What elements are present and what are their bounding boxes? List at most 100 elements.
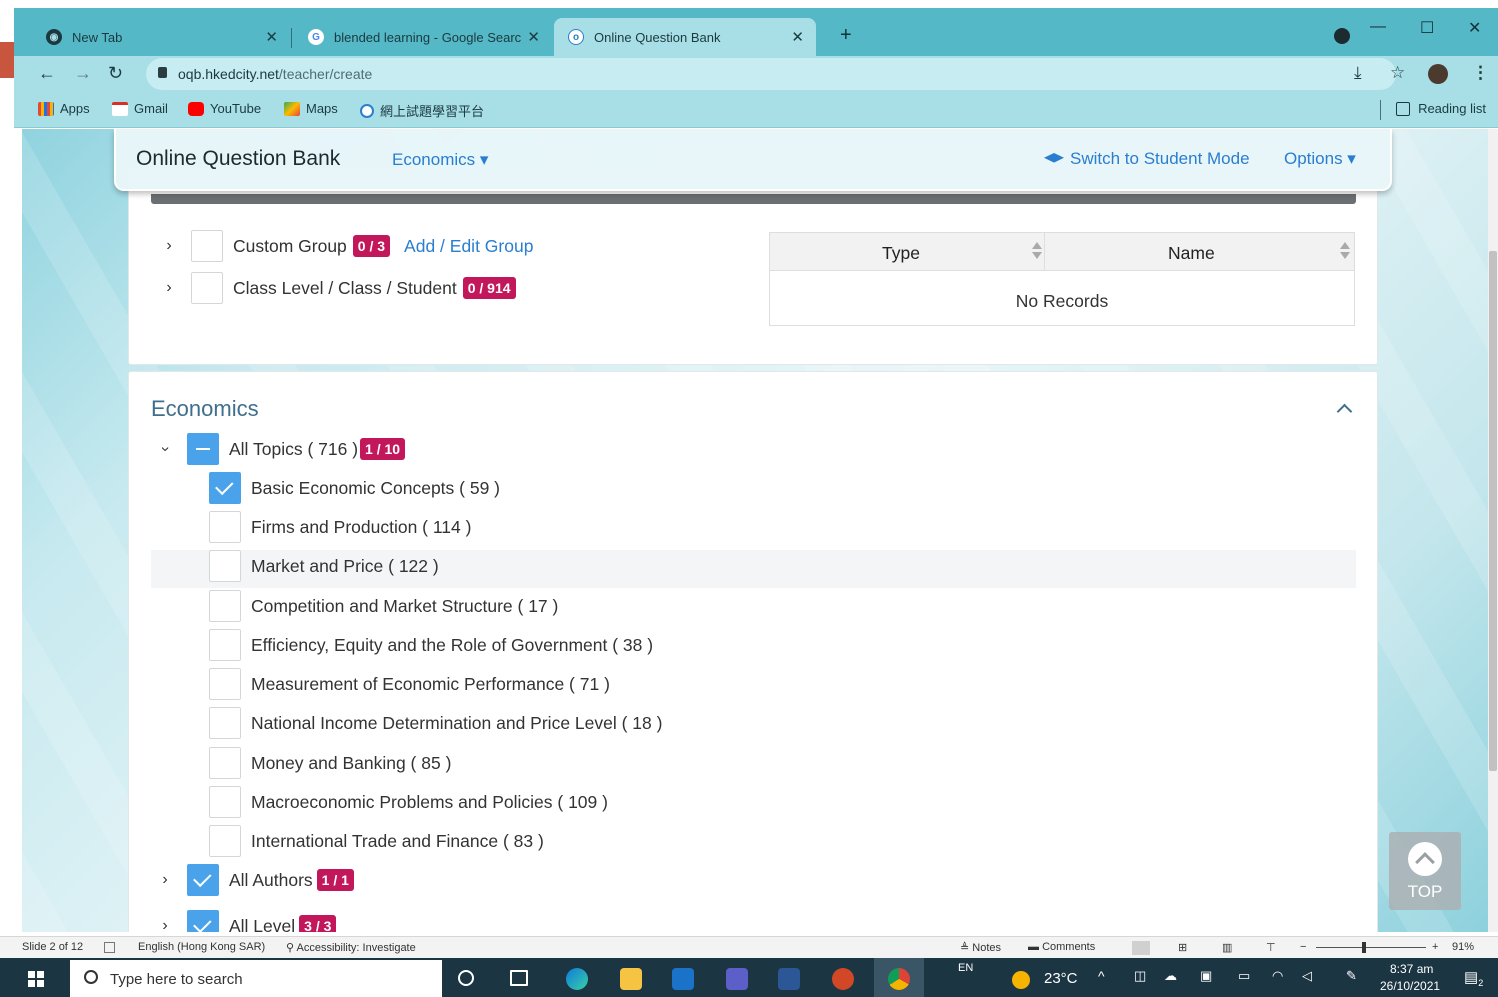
list-item[interactable]: Macroeconomic Problems and Policies ( 10…: [209, 786, 608, 818]
notes-button[interactable]: ≜ Notes: [960, 941, 1001, 954]
accessibility-status[interactable]: ⚲ Accessibility: Investigate: [286, 941, 416, 954]
close-window-icon[interactable]: ✕: [1468, 18, 1481, 38]
address-bar[interactable]: oqb.hkedcity.net/teacher/create: [146, 58, 1396, 90]
chevron-up-icon[interactable]: ^: [1098, 968, 1105, 984]
spellcheck-icon[interactable]: [104, 942, 115, 953]
zoom-out-icon[interactable]: −: [1300, 941, 1306, 953]
minimize-icon[interactable]: —: [1370, 18, 1386, 36]
bookmark-star-icon[interactable]: ☆: [1390, 63, 1405, 83]
checkbox-all-authors[interactable]: [187, 864, 219, 896]
word-icon[interactable]: [778, 968, 800, 990]
checkbox-topic[interactable]: [209, 747, 241, 779]
reading-list-button[interactable]: Reading list: [1396, 101, 1486, 116]
column-header-name[interactable]: Name: [1168, 243, 1215, 264]
sort-icon[interactable]: [1032, 242, 1042, 260]
wifi-icon[interactable]: ◠: [1272, 968, 1283, 984]
page-scrollbar[interactable]: [1488, 129, 1498, 932]
subject-dropdown[interactable]: Economics ▾: [392, 150, 488, 170]
weather-icon[interactable]: [1012, 971, 1030, 989]
profile-avatar[interactable]: [1428, 64, 1448, 84]
scrollbar-thumb[interactable]: [1489, 251, 1497, 771]
list-item[interactable]: International Trade and Finance ( 83 ): [209, 825, 544, 857]
task-view-icon[interactable]: [510, 970, 528, 986]
edge-icon[interactable]: [566, 968, 588, 990]
collapse-chevron-up-icon[interactable]: [1337, 402, 1351, 416]
maximize-icon[interactable]: ☐: [1420, 18, 1434, 38]
normal-view-icon[interactable]: [1132, 941, 1150, 955]
list-item[interactable]: Measurement of Economic Performance ( 71…: [209, 668, 610, 700]
back-icon[interactable]: ←: [38, 63, 56, 84]
reload-icon[interactable]: ↻: [108, 63, 123, 84]
reading-view-icon[interactable]: ▥: [1222, 941, 1232, 954]
file-explorer-icon[interactable]: [620, 968, 642, 990]
volume-icon[interactable]: ◁: [1302, 968, 1312, 984]
column-header-type[interactable]: Type: [882, 243, 920, 264]
checkbox-custom-group[interactable]: [191, 230, 223, 262]
cortana-icon[interactable]: [458, 970, 474, 986]
sort-icon[interactable]: [1340, 242, 1350, 260]
mail-icon[interactable]: [672, 968, 694, 990]
close-tab-icon[interactable]: ✕: [791, 28, 804, 46]
checkbox-topic[interactable]: [209, 590, 241, 622]
clock-time[interactable]: 8:37 am: [1390, 962, 1433, 976]
forward-icon[interactable]: →: [74, 63, 92, 84]
install-app-icon[interactable]: ⤓: [1354, 63, 1362, 83]
brand-title[interactable]: Online Question Bank: [136, 147, 340, 171]
close-tab-icon[interactable]: ✕: [265, 28, 278, 46]
add-edit-group-link[interactable]: Add / Edit Group: [404, 236, 533, 257]
checkbox-topic[interactable]: [209, 825, 241, 857]
language-indicator[interactable]: English (Hong Kong SAR): [138, 941, 265, 953]
bookmark-apps[interactable]: Apps: [38, 101, 90, 116]
chevron-right-icon[interactable]: ›: [157, 871, 173, 889]
checkbox-topic[interactable]: [209, 629, 241, 661]
back-to-top-button[interactable]: TOP: [1389, 832, 1461, 910]
zoom-slider-thumb[interactable]: [1362, 942, 1366, 953]
list-item[interactable]: Basic Economic Concepts ( 59 ): [209, 472, 500, 504]
weather-temp[interactable]: 23°C: [1044, 970, 1078, 987]
chevron-down-icon[interactable]: ›: [156, 441, 174, 457]
checkbox-topic[interactable]: [209, 472, 241, 504]
close-tab-icon[interactable]: ✕: [527, 28, 540, 46]
teams-icon[interactable]: [726, 968, 748, 990]
menu-kebab-icon[interactable]: ⋮: [1472, 63, 1489, 83]
clock-date[interactable]: 26/10/2021: [1380, 979, 1440, 993]
chevron-right-icon[interactable]: ›: [161, 237, 177, 255]
input-language[interactable]: EN: [958, 962, 973, 974]
checkbox-all-level[interactable]: [187, 910, 219, 932]
tab-google-search[interactable]: G blended learning - Google Searc ✕: [294, 18, 552, 56]
chevron-right-icon[interactable]: ›: [157, 917, 173, 932]
onedrive-cloud-icon[interactable]: ☁: [1164, 968, 1177, 984]
tray-app-icon[interactable]: ▣: [1200, 968, 1212, 984]
list-item[interactable]: Market and Price ( 122 ): [209, 550, 439, 582]
pen-icon[interactable]: ✎: [1346, 968, 1357, 984]
checkbox-class-level[interactable]: [191, 272, 223, 304]
checkbox-topic[interactable]: [209, 668, 241, 700]
checkbox-topic[interactable]: [209, 550, 241, 582]
list-item[interactable]: National Income Determination and Price …: [209, 707, 662, 739]
powerpoint-icon[interactable]: [832, 968, 854, 990]
tab-new-tab[interactable]: ◉ New Tab ✕: [32, 18, 290, 56]
bookmark-oqb[interactable]: 網上試題學習平台: [360, 101, 484, 120]
bookmark-gmail[interactable]: Gmail: [112, 101, 168, 116]
meet-now-icon[interactable]: ◫: [1134, 968, 1146, 984]
bookmark-youtube[interactable]: YouTube: [188, 101, 261, 116]
list-item[interactable]: Competition and Market Structure ( 17 ): [209, 590, 558, 622]
list-item[interactable]: Firms and Production ( 114 ): [209, 511, 471, 543]
windows-start-icon[interactable]: [28, 971, 44, 987]
notification-icon[interactable]: ▤2: [1464, 968, 1483, 988]
zoom-level[interactable]: 91%: [1452, 941, 1474, 953]
taskbar-search-input[interactable]: Type here to search: [70, 960, 442, 997]
bookmark-maps[interactable]: Maps: [284, 101, 338, 116]
list-item[interactable]: Efficiency, Equity and the Role of Gover…: [209, 629, 653, 661]
checkbox-all-topics[interactable]: [187, 433, 219, 465]
checkbox-topic[interactable]: [209, 786, 241, 818]
slide-sorter-icon[interactable]: ⊞: [1178, 941, 1187, 954]
checkbox-topic[interactable]: [209, 511, 241, 543]
zoom-slider[interactable]: [1316, 947, 1426, 948]
checkbox-topic[interactable]: [209, 707, 241, 739]
comments-button[interactable]: ▬ Comments: [1028, 941, 1095, 953]
slideshow-icon[interactable]: ⊤: [1266, 941, 1276, 954]
slide-counter[interactable]: Slide 2 of 12: [22, 941, 83, 953]
chevron-right-icon[interactable]: ›: [161, 279, 177, 297]
zoom-in-icon[interactable]: +: [1432, 941, 1438, 953]
